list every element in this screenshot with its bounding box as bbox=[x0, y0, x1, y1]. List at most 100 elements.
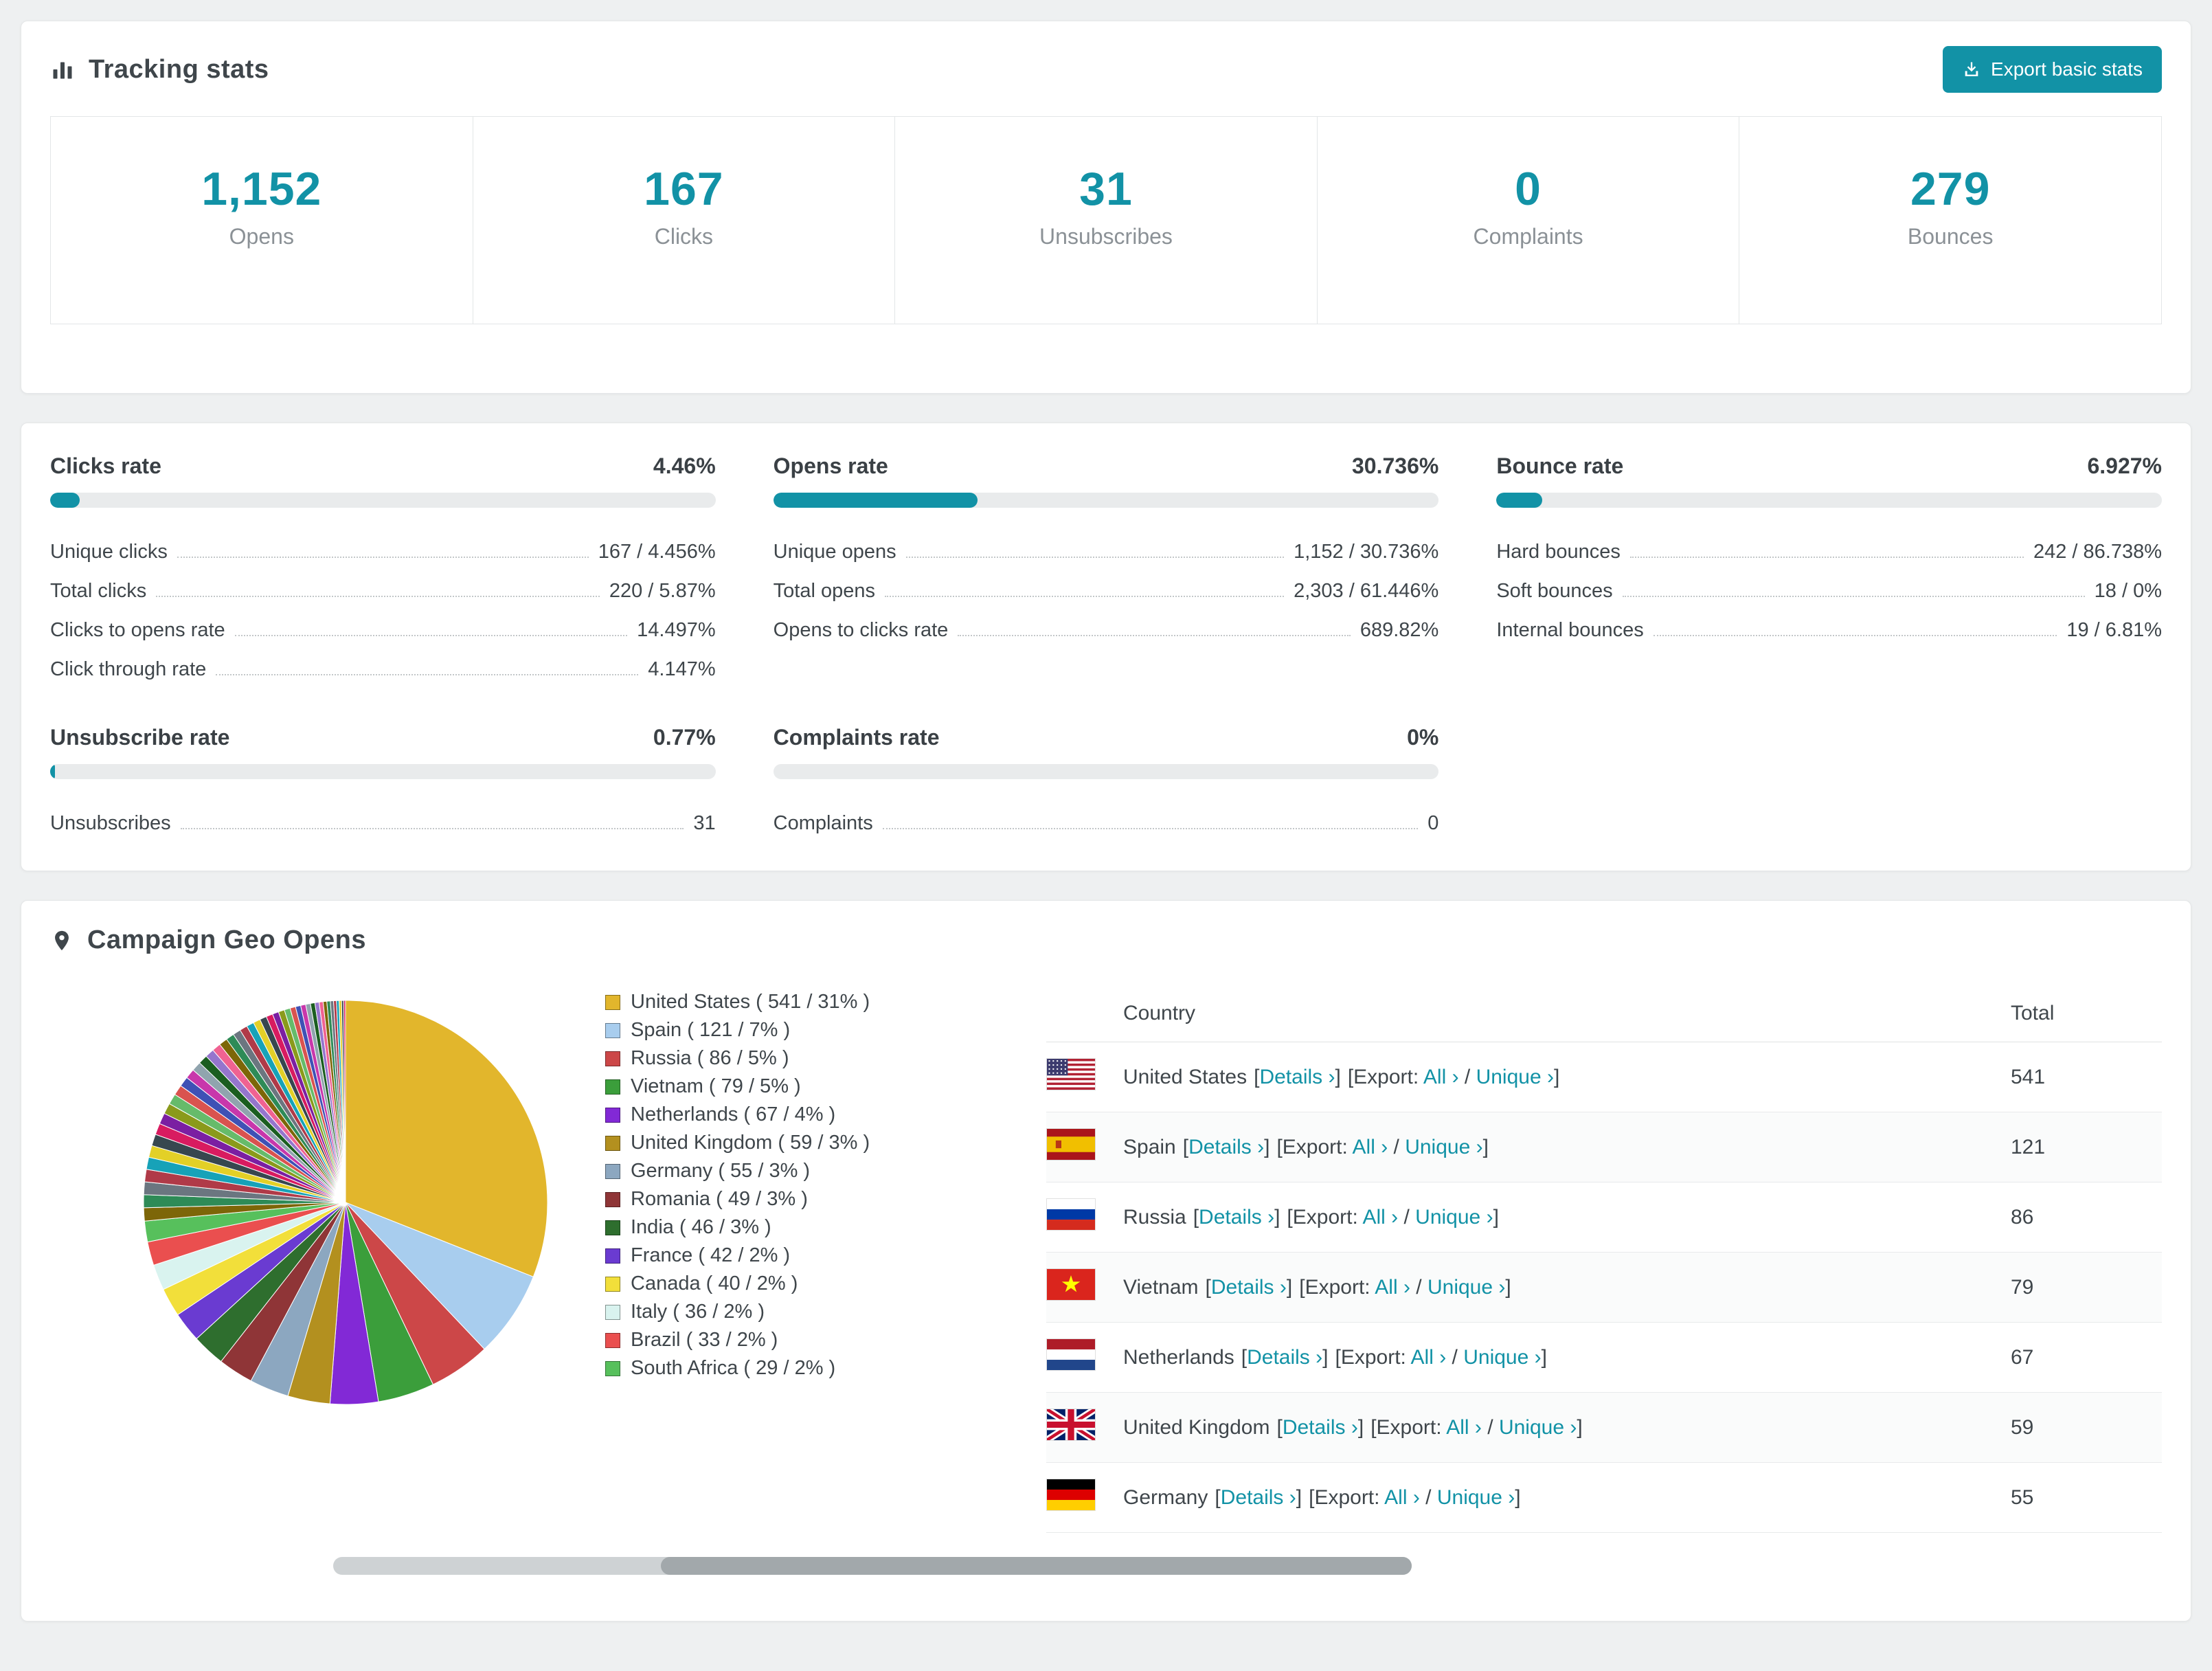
details-link[interactable]: Details › bbox=[1199, 1206, 1274, 1229]
rate-value: 0.77% bbox=[653, 725, 716, 750]
export-all-link[interactable]: All › bbox=[1375, 1276, 1410, 1299]
stat-label: Complaints bbox=[1473, 224, 1583, 249]
geo-table-row-spain: Spain [Details ›] [Export: All › / Unique … bbox=[1046, 1112, 2162, 1182]
bracket: [ bbox=[1347, 1065, 1354, 1088]
export-all-link[interactable]: All › bbox=[1423, 1066, 1459, 1088]
details-link[interactable]: Details › bbox=[1259, 1066, 1335, 1088]
bracket: ] bbox=[1296, 1485, 1302, 1509]
details-link[interactable]: Details › bbox=[1188, 1136, 1264, 1158]
rate-block-unsubscribe-rate: Unsubscribe rate 0.77% Unsubscribes 31 bbox=[50, 725, 716, 835]
legend-swatch bbox=[605, 1304, 620, 1320]
export-label: Export: bbox=[1292, 1205, 1363, 1229]
scrollbar-thumb[interactable] bbox=[661, 1557, 1412, 1575]
rate-row-label: Unsubscribes bbox=[50, 812, 171, 834]
rate-value: 4.46% bbox=[653, 453, 716, 478]
export-all-link[interactable]: All › bbox=[1446, 1416, 1482, 1439]
stat-label: Opens bbox=[229, 224, 294, 249]
details-link[interactable]: Details › bbox=[1211, 1276, 1287, 1299]
bracket: [ bbox=[1276, 1415, 1283, 1439]
legend-label: United States ( 541 / 31% ) bbox=[631, 991, 870, 1013]
dotted-leader bbox=[1629, 557, 2024, 558]
export-unique-link[interactable]: Unique › bbox=[1463, 1346, 1541, 1369]
country-name: Russia bbox=[1123, 1205, 1186, 1229]
tracking-stats-header: Tracking stats Export basic stats bbox=[21, 21, 2191, 111]
bracket: ] bbox=[1541, 1345, 1547, 1369]
rate-row: Opens to clicks rate 689.82% bbox=[774, 603, 1439, 642]
bracket: ] bbox=[1553, 1065, 1560, 1088]
rate-progress-fill bbox=[1496, 493, 1543, 508]
export-unique-link[interactable]: Unique › bbox=[1405, 1136, 1482, 1158]
export-basic-stats-button[interactable]: Export basic stats bbox=[1943, 46, 2162, 93]
bracket: ] bbox=[1515, 1485, 1521, 1509]
legend-label: Spain ( 121 / 7% ) bbox=[631, 1019, 791, 1041]
legend-label: Canada ( 40 / 2% ) bbox=[631, 1272, 798, 1294]
legend-label: India ( 46 / 3% ) bbox=[631, 1216, 771, 1238]
bracket: ] bbox=[1274, 1205, 1280, 1229]
bracket: [ bbox=[1182, 1135, 1189, 1158]
details-link[interactable]: Details › bbox=[1283, 1416, 1358, 1439]
export-all-link[interactable]: All › bbox=[1353, 1136, 1388, 1158]
geo-table-row-united-states: United States [Details ›] [Export: All › /… bbox=[1046, 1042, 2162, 1112]
rate-row: Soft bounces 18 / 0% bbox=[1496, 563, 2162, 603]
legend-item-united-states: United States ( 541 / 31% ) bbox=[605, 988, 1046, 1016]
export-unique-link[interactable]: Unique › bbox=[1499, 1416, 1577, 1439]
rate-title: Unsubscribe rate bbox=[50, 725, 230, 750]
country-name: Netherlands bbox=[1123, 1345, 1234, 1369]
rate-row-value: 18 / 0% bbox=[2094, 580, 2162, 602]
slash: / bbox=[1481, 1415, 1499, 1439]
export-unique-link[interactable]: Unique › bbox=[1427, 1276, 1505, 1299]
rate-row-value: 4.147% bbox=[648, 658, 716, 680]
legend-item-italy: Italy ( 36 / 2% ) bbox=[605, 1298, 1046, 1326]
legend-item-france: France ( 42 / 2% ) bbox=[605, 1242, 1046, 1270]
bracket: [ bbox=[1241, 1345, 1248, 1369]
export-unique-link[interactable]: Unique › bbox=[1415, 1206, 1493, 1229]
dotted-leader bbox=[1622, 596, 2085, 597]
country-total: 67 bbox=[2011, 1345, 2034, 1369]
legend-item-brazil: Brazil ( 33 / 2% ) bbox=[605, 1326, 1046, 1354]
country-name: United Kingdom bbox=[1123, 1415, 1270, 1439]
legend-swatch bbox=[605, 1220, 620, 1235]
country-name: Germany bbox=[1123, 1485, 1208, 1509]
geo-table-header-row: Country Total bbox=[1046, 987, 2162, 1042]
export-all-link[interactable]: All › bbox=[1362, 1206, 1398, 1229]
export-unique-link[interactable]: Unique › bbox=[1476, 1066, 1554, 1088]
export-all-link[interactable]: All › bbox=[1411, 1346, 1447, 1369]
rate-progress-fill bbox=[50, 764, 56, 779]
export-label: Export: bbox=[1353, 1065, 1423, 1088]
bracket: ] bbox=[1264, 1135, 1270, 1158]
legend-label: Netherlands ( 67 / 4% ) bbox=[631, 1103, 836, 1125]
geo-table-header-country: Country bbox=[1123, 1002, 1196, 1024]
rate-value: 30.736% bbox=[1352, 453, 1439, 478]
rate-progress-fill bbox=[773, 493, 978, 508]
rate-progress-bar bbox=[50, 764, 716, 779]
rate-row-label: Complaints bbox=[773, 812, 873, 834]
dotted-leader bbox=[234, 635, 628, 636]
rate-row-label: Click through rate bbox=[50, 658, 207, 680]
bracket: [ bbox=[1335, 1345, 1341, 1369]
rate-block-complaints-rate: Complaints rate 0% Complaints 0 bbox=[773, 725, 1439, 835]
rate-row-label: Internal bounces bbox=[1496, 619, 1644, 641]
legend-item-russia: Russia ( 86 / 5% ) bbox=[605, 1044, 1046, 1073]
legend-label: Germany ( 55 / 3% ) bbox=[631, 1160, 811, 1182]
legend-swatch bbox=[605, 1022, 620, 1038]
geo-header: Campaign Geo Opens bbox=[21, 901, 2191, 973]
bracket: [ bbox=[1276, 1135, 1283, 1158]
details-link[interactable]: Details › bbox=[1221, 1486, 1296, 1509]
details-link[interactable]: Details › bbox=[1247, 1346, 1322, 1369]
tracking-stats-card: Tracking stats Export basic stats 1,152 O… bbox=[21, 21, 2191, 394]
stat-value: 167 bbox=[644, 163, 724, 215]
rate-value: 0% bbox=[1407, 725, 1439, 750]
export-unique-link[interactable]: Unique › bbox=[1437, 1486, 1515, 1509]
export-all-link[interactable]: All › bbox=[1384, 1486, 1420, 1509]
rate-progress-bar bbox=[1496, 493, 2162, 508]
horizontal-scrollbar[interactable] bbox=[333, 1557, 1412, 1575]
rate-row-label: Hard bounces bbox=[1496, 541, 1621, 563]
rate-row: Unsubscribes 31 bbox=[50, 796, 716, 835]
rate-row-value: 689.82% bbox=[1359, 619, 1439, 641]
bracket: [ bbox=[1215, 1485, 1221, 1509]
flag-vn-icon bbox=[1046, 1268, 1096, 1301]
rate-row: Internal bounces 19 / 6.81% bbox=[1496, 603, 2162, 642]
legend-swatch bbox=[605, 1051, 620, 1066]
geo-legend: United States ( 541 / 31% ) Spain ( 121 /… bbox=[593, 988, 1046, 1382]
legend-swatch bbox=[605, 994, 620, 1010]
